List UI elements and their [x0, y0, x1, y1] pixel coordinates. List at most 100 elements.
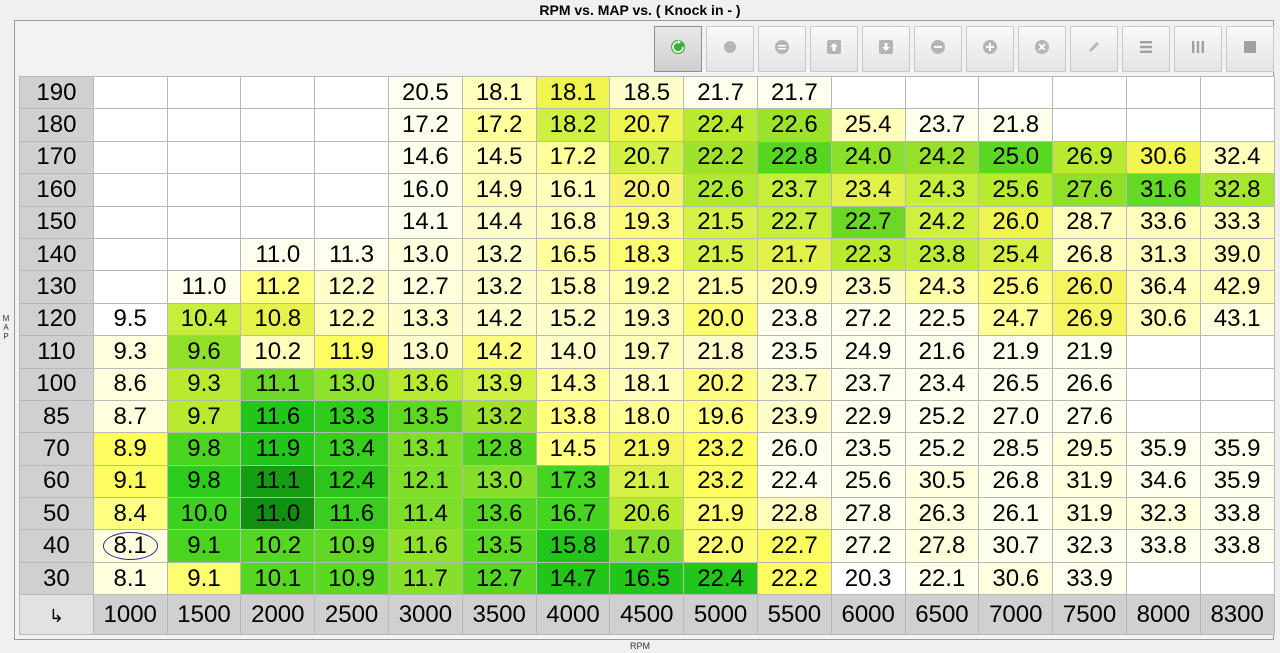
- table-cell[interactable]: 9.8: [166, 464, 242, 499]
- table-cell[interactable]: [92, 108, 168, 142]
- table-cell[interactable]: 16.0: [387, 173, 463, 207]
- table-cell[interactable]: 27.6: [1052, 399, 1127, 434]
- table-cell[interactable]: 32.3: [1052, 529, 1127, 563]
- table-cell[interactable]: 13.2: [461, 270, 537, 304]
- map-row-header[interactable]: 140: [19, 237, 94, 272]
- table-cell[interactable]: 11.9: [314, 335, 389, 369]
- table-cell[interactable]: 27.8: [830, 497, 906, 531]
- table-cell[interactable]: [92, 237, 168, 272]
- toolbar-columns-button[interactable]: [1174, 26, 1222, 72]
- toolbar-refresh-button[interactable]: [654, 26, 702, 72]
- map-row-header[interactable]: 120: [19, 302, 94, 337]
- table-cell[interactable]: 9.5: [92, 302, 168, 337]
- table-cell[interactable]: 18.5: [609, 75, 685, 110]
- table-cell[interactable]: 23.5: [830, 432, 906, 466]
- toolbar-equals-button[interactable]: [758, 26, 806, 72]
- table-cell[interactable]: 22.6: [683, 173, 758, 207]
- table-cell[interactable]: 31.6: [1125, 173, 1201, 207]
- table-cell[interactable]: 39.0: [1199, 237, 1275, 272]
- table-cell[interactable]: 12.1: [387, 464, 463, 499]
- map-row-header[interactable]: 190: [19, 75, 94, 110]
- table-cell[interactable]: 13.2: [461, 237, 537, 272]
- table-cell[interactable]: 9.6: [166, 335, 242, 369]
- table-cell[interactable]: 18.1: [535, 75, 611, 110]
- table-cell[interactable]: 18.1: [461, 75, 537, 110]
- table-cell[interactable]: 18.2: [535, 108, 611, 142]
- table-cell[interactable]: 11.1: [240, 464, 316, 499]
- table-cell[interactable]: 13.9: [461, 367, 537, 401]
- table-cell[interactable]: 26.3: [904, 497, 980, 531]
- table-cell[interactable]: [1125, 108, 1201, 142]
- table-cell[interactable]: 28.5: [978, 432, 1054, 466]
- table-cell[interactable]: 22.5: [904, 302, 980, 337]
- table-cell[interactable]: 25.2: [904, 432, 980, 466]
- table-cell[interactable]: 23.7: [756, 367, 832, 401]
- table-cell[interactable]: [1125, 367, 1201, 401]
- table-cell[interactable]: 22.4: [683, 108, 758, 142]
- rpm-column-header[interactable]: 7000: [978, 594, 1054, 636]
- table-cell[interactable]: 10.9: [314, 529, 389, 563]
- table-cell[interactable]: 23.5: [756, 335, 832, 369]
- toolbar-pencil-button[interactable]: [1070, 26, 1118, 72]
- rpm-column-header[interactable]: 1000: [92, 594, 168, 636]
- map-row-header[interactable]: 150: [19, 205, 94, 239]
- table-cell[interactable]: 17.3: [535, 464, 611, 499]
- rpm-column-header[interactable]: 8000: [1125, 594, 1201, 636]
- map-row-header[interactable]: 30: [19, 561, 94, 596]
- table-cell[interactable]: 9.7: [166, 399, 242, 434]
- table-cell[interactable]: [830, 75, 906, 110]
- table-cell[interactable]: [1199, 561, 1275, 596]
- table-cell[interactable]: 23.7: [904, 108, 980, 142]
- table-cell[interactable]: 12.2: [314, 270, 389, 304]
- table-cell[interactable]: 23.5: [830, 270, 906, 304]
- table-cell[interactable]: 31.9: [1052, 497, 1127, 531]
- table-cell[interactable]: [1199, 367, 1275, 401]
- table-cell[interactable]: 22.2: [683, 140, 758, 175]
- table-cell[interactable]: 30.5: [904, 464, 980, 499]
- map-row-header[interactable]: 100: [19, 367, 94, 401]
- table-cell[interactable]: 20.9: [756, 270, 832, 304]
- table-cell[interactable]: 17.2: [535, 140, 611, 175]
- table-cell[interactable]: [166, 108, 242, 142]
- table-cell[interactable]: 15.8: [535, 529, 611, 563]
- table-cell[interactable]: 26.9: [1052, 302, 1127, 337]
- table-cell[interactable]: [314, 173, 389, 207]
- table-cell[interactable]: 14.5: [535, 432, 611, 466]
- table-cell[interactable]: 16.5: [609, 561, 685, 596]
- table-cell[interactable]: 21.7: [756, 75, 832, 110]
- table-cell[interactable]: 36.4: [1125, 270, 1201, 304]
- table-cell[interactable]: 12.7: [461, 561, 537, 596]
- table-cell[interactable]: 27.0: [978, 399, 1054, 434]
- rpm-column-header[interactable]: 3500: [461, 594, 537, 636]
- table-cell[interactable]: 11.0: [240, 237, 316, 272]
- table-cell[interactable]: 34.6: [1125, 464, 1201, 499]
- table-cell[interactable]: 27.8: [904, 529, 980, 563]
- table-cell[interactable]: 22.7: [756, 205, 832, 239]
- table-cell[interactable]: [1052, 108, 1127, 142]
- table-cell[interactable]: 14.7: [535, 561, 611, 596]
- map-row-header[interactable]: 170: [19, 140, 94, 175]
- table-cell[interactable]: 11.6: [240, 399, 316, 434]
- table-cell[interactable]: 14.0: [535, 335, 611, 369]
- rpm-column-header[interactable]: 4000: [535, 594, 611, 636]
- table-cell[interactable]: 26.0: [1052, 270, 1127, 304]
- table-cell[interactable]: 14.6: [387, 140, 463, 175]
- table-cell[interactable]: 13.3: [314, 399, 389, 434]
- table-cell[interactable]: 16.1: [535, 173, 611, 207]
- table-cell[interactable]: [240, 140, 316, 175]
- table-cell[interactable]: 14.2: [461, 335, 537, 369]
- table-cell[interactable]: 12.7: [387, 270, 463, 304]
- table-cell[interactable]: [240, 75, 316, 110]
- rpm-column-header[interactable]: 2000: [240, 594, 316, 636]
- table-cell[interactable]: 28.7: [1052, 205, 1127, 239]
- table-cell[interactable]: 21.1: [609, 464, 685, 499]
- table-cell[interactable]: 22.7: [756, 529, 832, 563]
- table-cell[interactable]: 22.3: [830, 237, 906, 272]
- table-cell[interactable]: 33.6: [1125, 205, 1201, 239]
- corner-button[interactable]: ↳: [19, 594, 94, 636]
- table-cell[interactable]: 11.1: [240, 367, 316, 401]
- rpm-column-header[interactable]: 6000: [830, 594, 906, 636]
- table-cell[interactable]: 15.8: [535, 270, 611, 304]
- table-cell[interactable]: 13.0: [314, 367, 389, 401]
- table-cell[interactable]: 13.4: [314, 432, 389, 466]
